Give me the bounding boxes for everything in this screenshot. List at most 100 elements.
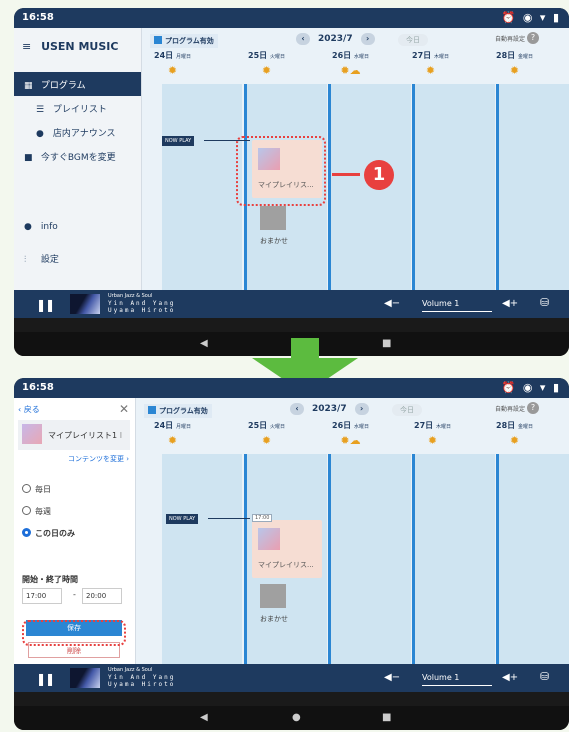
channel-name: Urban Jazz & Soul bbox=[108, 293, 153, 299]
playlist-name: マイプレイリスト1 ⁝ bbox=[48, 431, 123, 440]
calendar-main: プログラム有効 ‹ 2023/7 › 今日 自動再設定 ? 24日 月曜日 ✹ 25日… bbox=[136, 398, 569, 664]
info-icon: ● bbox=[24, 222, 32, 232]
change-content-link[interactable]: コンテンツを変更 › bbox=[68, 454, 129, 464]
sun-icon: ✹ bbox=[509, 434, 520, 447]
recents-nav-icon[interactable]: ■ bbox=[382, 338, 391, 349]
day-header: 27日 木曜日 ✹ bbox=[414, 420, 451, 448]
sidebar-item-label: info bbox=[40, 222, 58, 232]
change-content-label: コンテンツを変更 bbox=[67, 455, 124, 463]
volume-up-icon[interactable]: ◀+ bbox=[502, 298, 518, 309]
next-month-button[interactable]: › bbox=[360, 33, 375, 45]
sidebar-item-change-bgm[interactable]: ■ 今すぐBGMを変更 bbox=[14, 144, 141, 168]
weekday-label: 火曜日 bbox=[269, 54, 285, 60]
player-bar: ❚❚ Urban Jazz & Soul Yin And Yang Uyama … bbox=[14, 664, 569, 692]
sun-icon: ✹ bbox=[167, 434, 178, 447]
option-label: 毎週 bbox=[35, 507, 51, 516]
now-play-line bbox=[208, 518, 250, 519]
sun-icon: ✹ bbox=[427, 434, 438, 447]
omakase-thumbnail[interactable] bbox=[260, 584, 286, 608]
weekday-label: 水曜日 bbox=[353, 424, 369, 430]
truck-icon: ■ bbox=[24, 153, 33, 163]
playlist-block-label: マイプレイリス... bbox=[258, 561, 314, 569]
day-header: 27日 木曜日 ✹ bbox=[412, 50, 449, 78]
omakase-thumbnail[interactable] bbox=[260, 206, 286, 230]
now-play-marker: NOW PLAY bbox=[166, 514, 199, 524]
day-lane[interactable] bbox=[331, 454, 411, 664]
pause-button[interactable]: ❚❚ bbox=[36, 298, 55, 312]
next-month-button[interactable]: › bbox=[354, 403, 369, 415]
volume-up-icon[interactable]: ◀+ bbox=[502, 672, 518, 683]
status-icons: ⏰ ◉ ▾ ▮ bbox=[501, 11, 561, 24]
prev-month-button[interactable]: ‹ bbox=[296, 33, 310, 45]
sidebar-item-label: 店内アナウンス bbox=[52, 129, 116, 139]
day-lane[interactable] bbox=[499, 84, 569, 290]
day-lane[interactable] bbox=[499, 454, 569, 664]
playlist-artwork bbox=[22, 424, 42, 444]
sidebar-item-label: 設定 bbox=[40, 255, 59, 265]
day-label: 28日 bbox=[496, 51, 516, 60]
sun-icon: ✹ bbox=[425, 64, 436, 77]
prev-month-button[interactable]: ‹ bbox=[290, 403, 304, 415]
status-bar: 16:58 ⏰ ◉ ▾ ▮ bbox=[14, 378, 569, 398]
month-label: 2023/7 bbox=[318, 34, 353, 44]
day-label: 25日 bbox=[248, 421, 268, 430]
sun-icon: ✹ bbox=[509, 64, 520, 77]
now-play-marker: NOW PLAY bbox=[162, 136, 195, 146]
sidebar-item-program[interactable]: ▦ プログラム bbox=[14, 72, 141, 96]
recents-nav-icon[interactable]: ■ bbox=[382, 712, 391, 723]
back-link[interactable]: ‹ 戻る bbox=[18, 404, 40, 415]
day-lane[interactable] bbox=[415, 84, 495, 290]
sidebar-item-info[interactable]: ● info bbox=[14, 216, 141, 240]
time-range-label: 開始・終了時間 bbox=[22, 575, 78, 584]
sidebar-item-settings[interactable]: ⫶ 設定 bbox=[14, 246, 141, 270]
sliders-icon: ⫶ bbox=[24, 255, 27, 265]
callout-line bbox=[332, 173, 360, 176]
day-label: 24日 bbox=[154, 421, 174, 430]
help-icon[interactable]: ? bbox=[527, 32, 539, 44]
track-info: Urban Jazz & Soul Yin And Yang Uyama Hir… bbox=[108, 293, 175, 314]
day-label: 27日 bbox=[412, 51, 432, 60]
calendar-main: プログラム有効 ‹ 2023/7 › 今日 自動再設定 ? 24日 月曜日 ✹ 25日… bbox=[142, 28, 569, 290]
back-nav-icon[interactable]: ◀ bbox=[200, 712, 208, 723]
volume-down-icon[interactable]: ◀− bbox=[384, 672, 400, 683]
highlight-ring bbox=[236, 136, 326, 206]
pause-button[interactable]: ❚❚ bbox=[36, 672, 55, 686]
volume-down-icon[interactable]: ◀− bbox=[384, 298, 400, 309]
home-nav-icon[interactable]: ● bbox=[292, 712, 301, 723]
day-lane[interactable] bbox=[415, 454, 495, 664]
weekday-label: 月曜日 bbox=[175, 424, 191, 430]
sync-icon[interactable]: ⛁ bbox=[540, 296, 549, 309]
sidebar-item-playlist[interactable]: ☰ プレイリスト bbox=[14, 96, 141, 120]
calendar-topbar: プログラム有効 ‹ 2023/7 › 今日 自動再設定 ? bbox=[136, 398, 569, 420]
back-label: 戻る bbox=[23, 405, 40, 414]
back-nav-icon[interactable]: ◀ bbox=[200, 338, 208, 349]
volume-track[interactable] bbox=[422, 685, 492, 686]
today-button[interactable]: 今日 bbox=[392, 404, 422, 416]
playlist-block[interactable]: 17:00 マイプレイリス... bbox=[252, 514, 322, 578]
calendar-icon: ▦ bbox=[24, 81, 33, 91]
sun-icon: ✹ bbox=[261, 434, 272, 447]
help-icon[interactable]: ? bbox=[527, 402, 539, 414]
option-label: 毎日 bbox=[35, 485, 51, 494]
day-lane[interactable] bbox=[162, 454, 242, 664]
program-enabled-toggle[interactable]: プログラム有効 bbox=[144, 404, 212, 418]
end-time-field[interactable]: 20:00 bbox=[82, 588, 122, 604]
playlist-name-text: マイプレイリスト1 bbox=[48, 431, 118, 440]
close-icon[interactable]: ✕ bbox=[119, 402, 129, 416]
status-icons: ⏰ ◉ ▾ ▮ bbox=[501, 381, 561, 394]
status-time: 16:58 bbox=[22, 12, 54, 23]
sidebar-item-announce[interactable]: ● 店内アナウンス bbox=[14, 120, 141, 144]
day-lane[interactable] bbox=[162, 84, 242, 290]
start-time-field[interactable]: 17:00 bbox=[22, 588, 62, 604]
month-nav: ‹ 2023/7 › bbox=[282, 403, 377, 415]
volume-track[interactable] bbox=[422, 311, 492, 312]
menu-icon[interactable]: ≡ bbox=[22, 40, 31, 53]
repeat-option-this-day[interactable]: この日のみ bbox=[22, 528, 75, 539]
sync-icon[interactable]: ⛁ bbox=[540, 670, 549, 683]
program-enabled-toggle[interactable]: プログラム有効 bbox=[150, 34, 218, 48]
repeat-option-daily[interactable]: 毎日 bbox=[22, 484, 51, 495]
month-label: 2023/7 bbox=[312, 404, 347, 414]
today-button[interactable]: 今日 bbox=[398, 34, 428, 46]
repeat-option-weekly[interactable]: 毎週 bbox=[22, 506, 51, 517]
artist-name: Uyama Hiroto bbox=[108, 307, 176, 314]
